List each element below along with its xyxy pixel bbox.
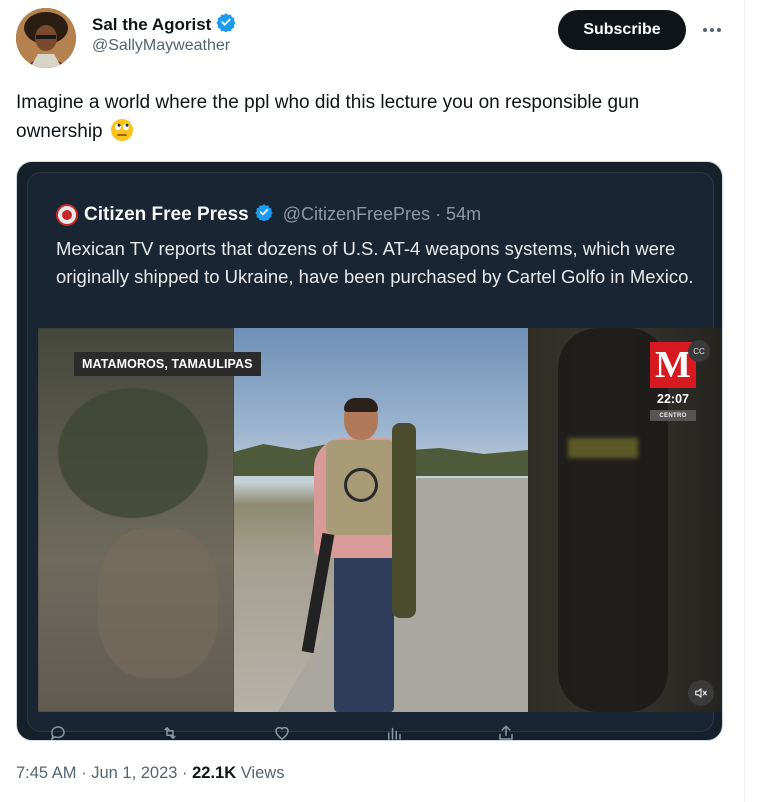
- like-icon: [270, 721, 294, 740]
- broadcast-clock: 22:07: [657, 392, 689, 406]
- video-frame[interactable]: MATAMOROS, TAMAULIPAS M CC 22:07 CENTRO: [38, 328, 722, 712]
- media-card[interactable]: Citizen Free Press @CitizenFreePres · 54…: [16, 161, 723, 741]
- quoted-author-name: Citizen Free Press: [84, 203, 249, 225]
- verified-badge-icon: [216, 12, 237, 37]
- author-name[interactable]: Sal the Agorist: [92, 15, 211, 35]
- retweet-icon: [158, 721, 182, 740]
- quoted-tweet-screenshot: Citizen Free Press @CitizenFreePres · 54…: [27, 172, 722, 740]
- column-divider: [744, 0, 745, 802]
- timestamp-link[interactable]: 7:45 AM · Jun 1, 2023 ·: [16, 764, 192, 782]
- avatar[interactable]: [16, 8, 76, 68]
- tweet-meta: 7:45 AM · Jun 1, 2023 · 22.1K Views: [16, 764, 284, 783]
- quoted-action-bar: [38, 721, 722, 740]
- share-icon: [494, 721, 518, 740]
- author-name-row[interactable]: Sal the Agorist: [92, 12, 237, 37]
- author-handle[interactable]: @SallyMayweather: [92, 37, 230, 55]
- mute-icon[interactable]: [688, 680, 714, 706]
- subscribe-button[interactable]: Subscribe: [558, 10, 686, 50]
- quoted-tweet-header: Citizen Free Press @CitizenFreePres · 54…: [56, 203, 481, 226]
- broadcast-region: CENTRO: [650, 410, 696, 421]
- rolling-eyes-emoji-icon: [110, 118, 134, 151]
- views-icon: [382, 721, 406, 740]
- views-label: Views: [236, 764, 285, 782]
- more-horizontal-icon[interactable]: [698, 16, 726, 44]
- quoted-verified-badge-icon: [255, 203, 273, 226]
- video-left-blur-panel: [38, 328, 234, 712]
- quoted-handle-time: @CitizenFreePres · 54m: [282, 204, 482, 224]
- reply-icon: [46, 721, 70, 740]
- location-caption: MATAMOROS, TAMAULIPAS: [74, 352, 261, 376]
- video-main-panel: [234, 328, 534, 712]
- closed-captions-icon[interactable]: CC: [688, 340, 710, 362]
- citizen-free-press-logo-icon: [56, 203, 78, 226]
- quoted-tweet-text: Mexican TV reports that dozens of U.S. A…: [56, 238, 694, 287]
- views-count: 22.1K: [192, 764, 237, 782]
- tweet-text: Imagine a world where the ppl who did th…: [16, 88, 716, 151]
